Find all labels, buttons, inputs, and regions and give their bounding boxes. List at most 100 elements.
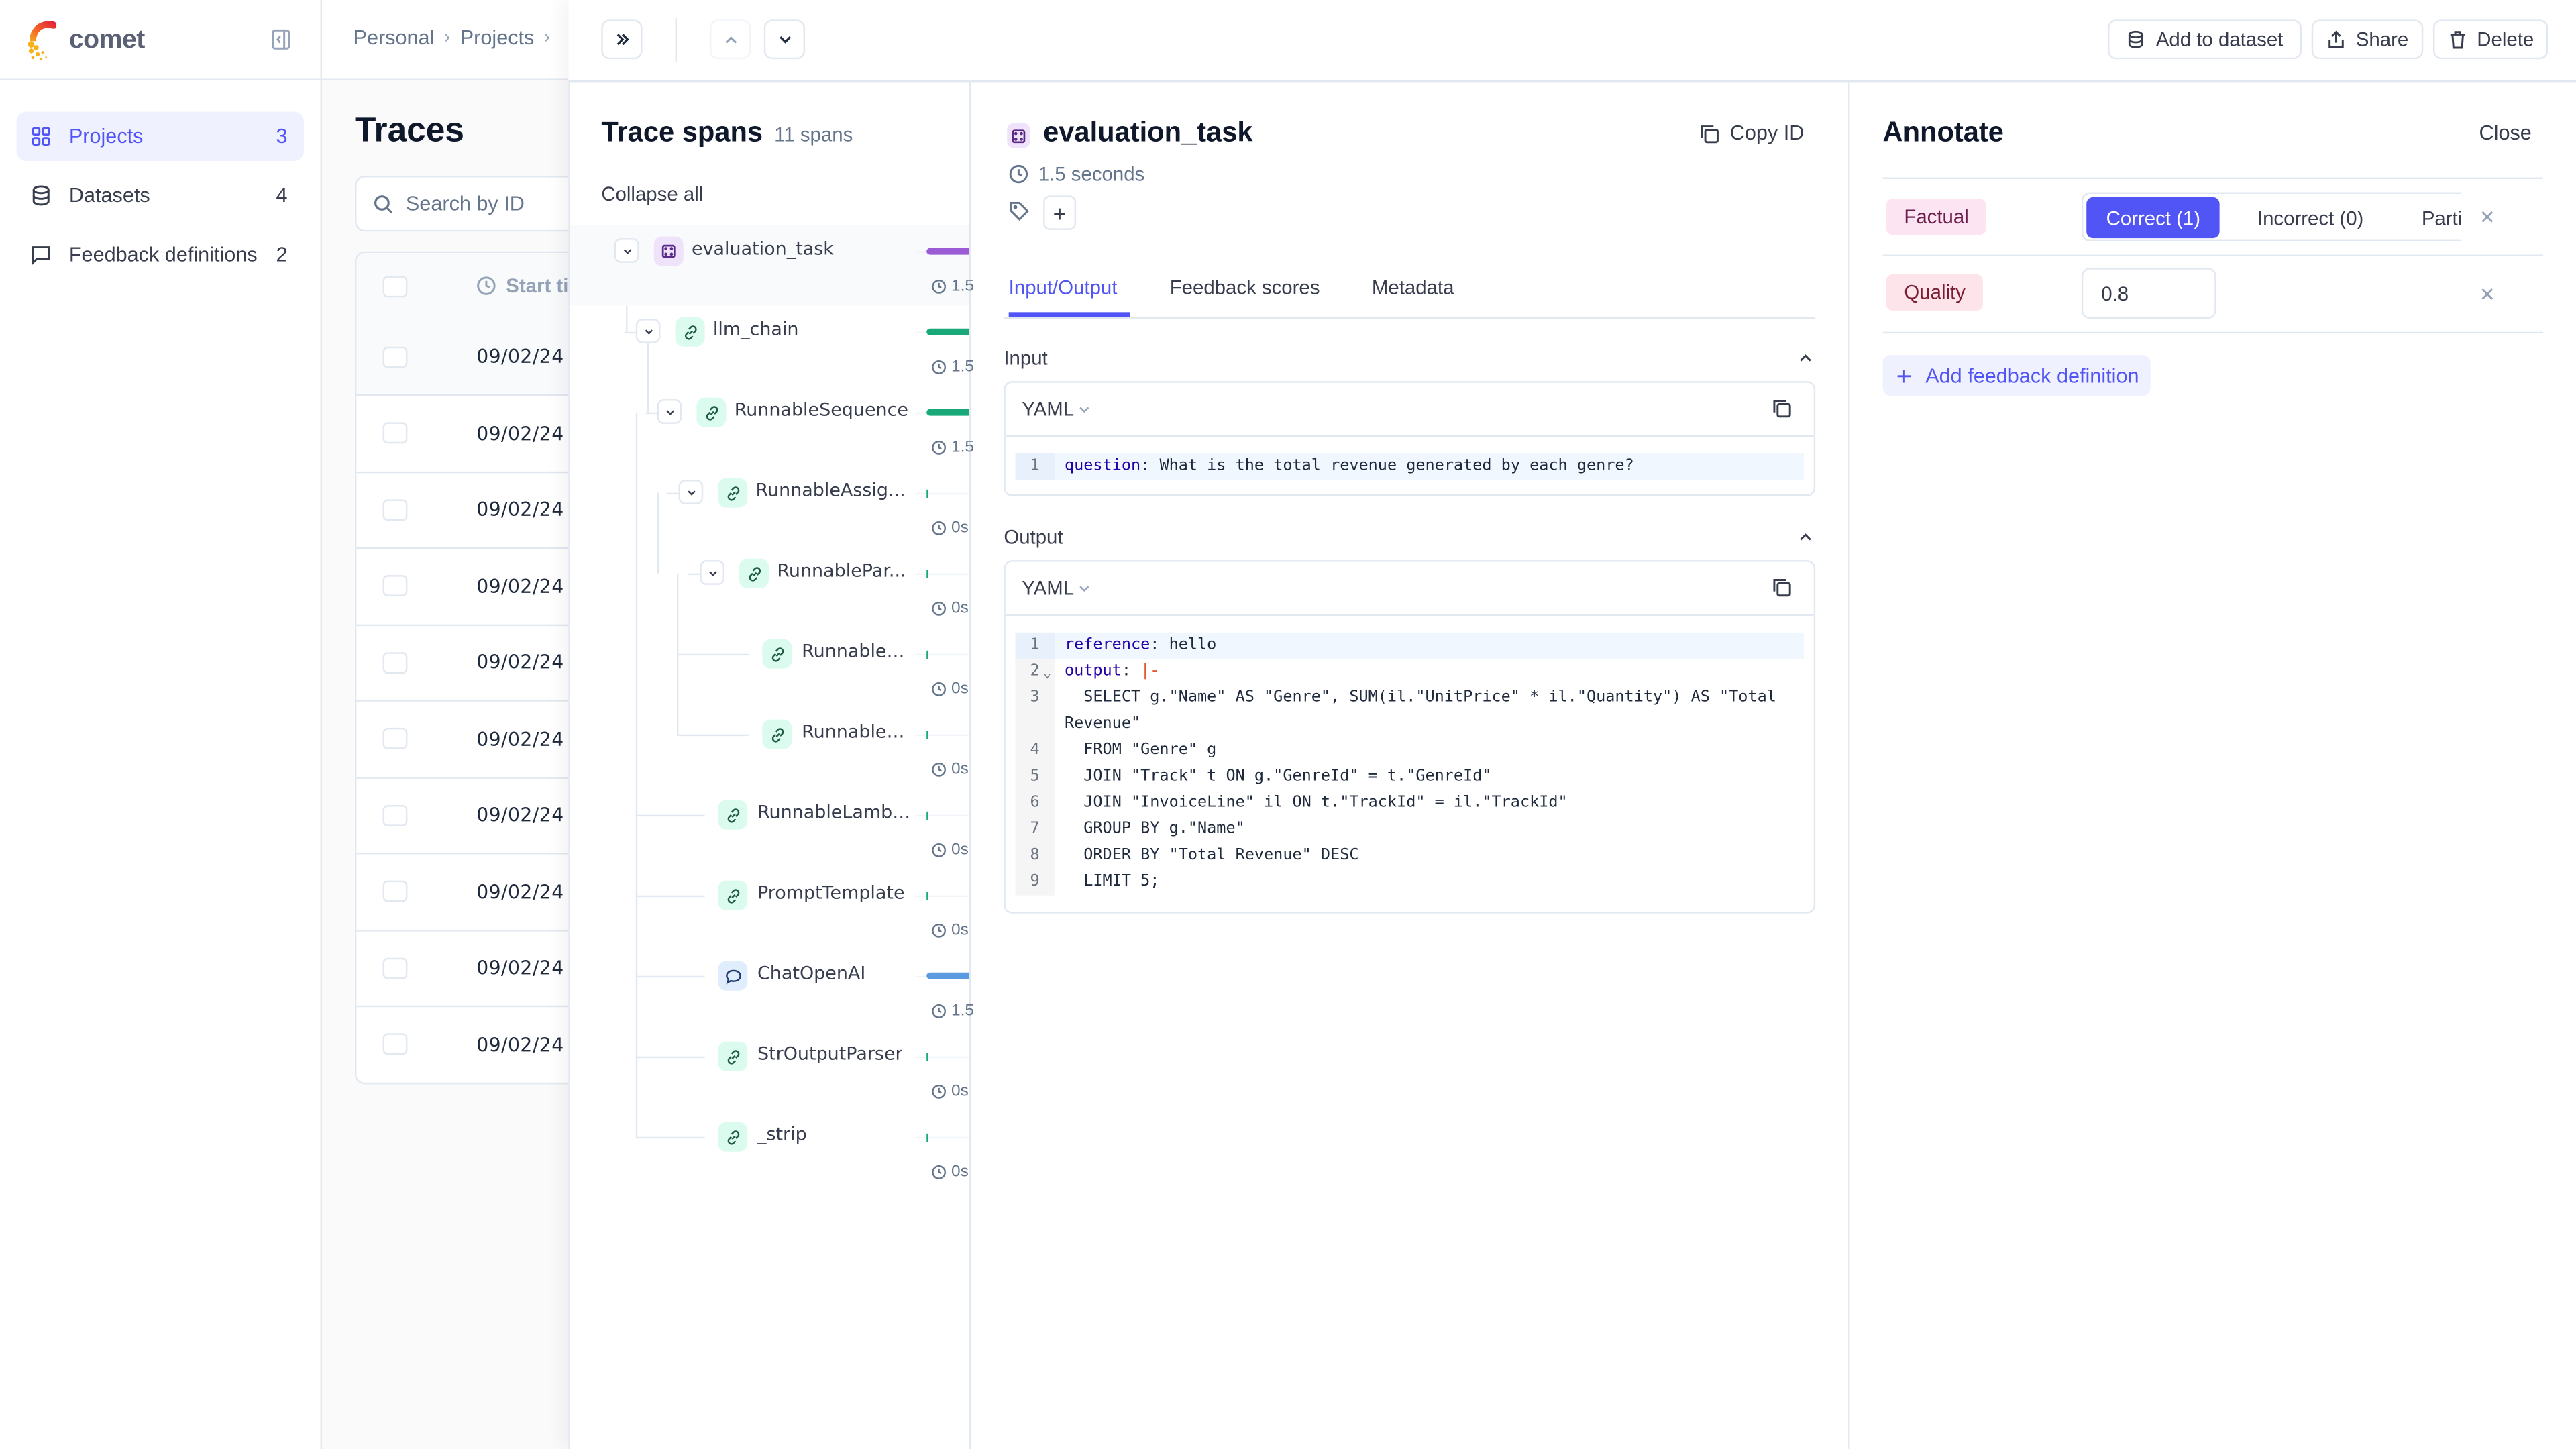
code-editor[interactable]: 1 question: What is the total revenue gen… (1006, 437, 1814, 494)
chain-link-icon (718, 800, 748, 830)
share-button[interactable]: Share (2311, 19, 2424, 60)
add-tag-button[interactable]: + (1043, 195, 1077, 230)
general-span-icon (1007, 123, 1030, 148)
column-header-start-time[interactable]: Start ti (476, 274, 568, 297)
chevron-right-icon: › (444, 28, 451, 48)
span-row[interactable]: llm_chain 1.5 (570, 306, 974, 386)
expand-toggle[interactable] (635, 319, 661, 343)
table-row[interactable]: 09/02/24 ( (356, 472, 587, 549)
row-checkbox[interactable] (382, 727, 408, 749)
code-line: 1 reference: hello (1015, 632, 1805, 659)
duration-bar (926, 570, 928, 579)
comet-logo[interactable]: comet (23, 16, 145, 65)
timeline-guide (915, 895, 969, 898)
span-row[interactable]: PromptTemplate 0s (570, 869, 969, 950)
chain-link-icon (762, 639, 792, 669)
option-correct[interactable]: Correct (1) (2086, 197, 2220, 239)
duration-bar (926, 892, 928, 901)
chain-link-icon (718, 478, 748, 508)
delete-button[interactable]: Delete (2432, 19, 2548, 60)
tab-feedback-scores[interactable]: Feedback scores (1170, 276, 1320, 299)
span-name: StrOutputParser (757, 1043, 903, 1065)
expand-toggle[interactable] (678, 480, 704, 504)
span-row[interactable]: ChatOpenAI 1.5 (570, 950, 974, 1030)
clock-icon (932, 521, 947, 535)
next-trace-button[interactable] (763, 19, 806, 60)
span-row[interactable]: RunnableSequence 1.5 (570, 386, 974, 467)
sidebar-item-datasets[interactable]: Datasets 4 (16, 171, 304, 220)
quality-score-input[interactable]: 0.8 (2081, 268, 2216, 319)
sidebar-item-projects[interactable]: Projects 3 (16, 111, 305, 162)
span-row[interactable]: RunnableLambda 0s (570, 789, 969, 869)
expand-toggle[interactable] (657, 399, 682, 424)
chevron-up-icon[interactable] (1797, 529, 1813, 545)
breadcrumb-projects[interactable]: Projects (460, 26, 535, 49)
chevron-up-icon[interactable] (1797, 350, 1813, 366)
feedback-name-badge: Factual (1886, 199, 1987, 235)
table-row[interactable]: 09/02/24 ( (356, 853, 587, 931)
table-row[interactable]: 09/02/24 ( (356, 777, 587, 855)
select-all-checkbox[interactable] (382, 275, 408, 297)
span-name: PromptTemplate (757, 882, 905, 904)
span-row[interactable]: StrOutputParser 0s (570, 1030, 969, 1111)
code-editor[interactable]: 1 reference: hello 2 ⌄ output: |- 3 SELECT g.… (1006, 616, 1814, 912)
table-row[interactable]: 09/02/24 ( (356, 395, 587, 473)
fold-chevron-icon[interactable]: ⌄ (1043, 660, 1051, 686)
format-select[interactable]: YAML (1022, 398, 1090, 421)
search-icon (373, 193, 394, 215)
table-row[interactable]: 09/02/24 ( (356, 700, 587, 778)
code-line: 1 question: What is the total revenue gen… (1015, 453, 1805, 480)
collapse-drawer-button[interactable] (601, 19, 643, 60)
expand-toggle[interactable] (700, 560, 725, 585)
table-row[interactable]: 09/02/24 ( (356, 548, 587, 625)
line-number: 6 (1015, 790, 1055, 817)
clear-icon[interactable] (2479, 209, 2496, 225)
sidebar-collapse-icon[interactable] (270, 28, 292, 51)
row-checkbox[interactable] (382, 957, 408, 979)
table-row[interactable]: 09/02/24 ( (356, 319, 587, 396)
span-row[interactable]: RunnablePar... 0s (570, 547, 969, 628)
add-to-dataset-button[interactable]: Add to dataset (2108, 19, 2302, 60)
table-row[interactable]: 09/02/24 ( (356, 930, 587, 1008)
copy-id-button[interactable]: Copy ID (1699, 121, 1804, 145)
span-duration: 0s (932, 761, 969, 779)
clear-icon[interactable] (2479, 286, 2496, 302)
row-checkbox[interactable] (382, 345, 408, 368)
span-row[interactable]: RunnableAssig... 0s (570, 467, 969, 547)
copy-icon[interactable] (1771, 577, 1792, 598)
output-section-label: Output (1004, 525, 1063, 549)
expand-toggle[interactable] (614, 238, 639, 263)
copy-icon[interactable] (1771, 398, 1792, 419)
option-partial[interactable]: Parti (2402, 197, 2461, 238)
yaml-key: question (1064, 456, 1141, 475)
duration-bar (926, 489, 928, 498)
row-checkbox[interactable] (382, 1033, 408, 1055)
previous-trace-button[interactable] (709, 19, 751, 60)
tab-metadata[interactable]: Metadata (1372, 276, 1454, 299)
row-checkbox[interactable] (382, 575, 408, 596)
span-row[interactable]: evaluation_task 1.5 (570, 225, 974, 306)
row-checkbox[interactable] (382, 880, 408, 902)
row-checkbox[interactable] (382, 498, 408, 521)
row-checkbox[interactable] (382, 804, 408, 826)
option-incorrect[interactable]: Incorrect (0) (2238, 197, 2383, 238)
collapse-all-button[interactable]: Collapse all (601, 182, 703, 205)
sidebar-item-count: 4 (276, 184, 288, 207)
span-row[interactable]: RunnableL... 0s (570, 708, 969, 789)
clock-icon (932, 279, 947, 294)
duration-bar (926, 248, 969, 255)
span-row[interactable]: RunnableL... 0s (570, 628, 969, 708)
span-row[interactable]: _strip 0s (570, 1111, 969, 1191)
row-checkbox[interactable] (382, 651, 408, 673)
table-row[interactable]: 09/02/24 ( (356, 625, 587, 702)
breadcrumb-personal[interactable]: Personal (354, 26, 435, 49)
table-row[interactable]: 09/02/24 ( (356, 1006, 587, 1083)
search-input[interactable]: Search by ID (354, 176, 588, 232)
format-select[interactable]: YAML (1022, 577, 1090, 600)
tab-input-output[interactable]: Input/Output (1009, 276, 1118, 299)
tree-connector (635, 814, 705, 817)
row-checkbox[interactable] (382, 422, 408, 444)
add-feedback-definition-button[interactable]: Add feedback definition (1882, 354, 2151, 396)
sidebar-item-feedback-definitions[interactable]: Feedback definitions 2 (16, 230, 304, 279)
close-button[interactable]: Close (2479, 121, 2532, 144)
